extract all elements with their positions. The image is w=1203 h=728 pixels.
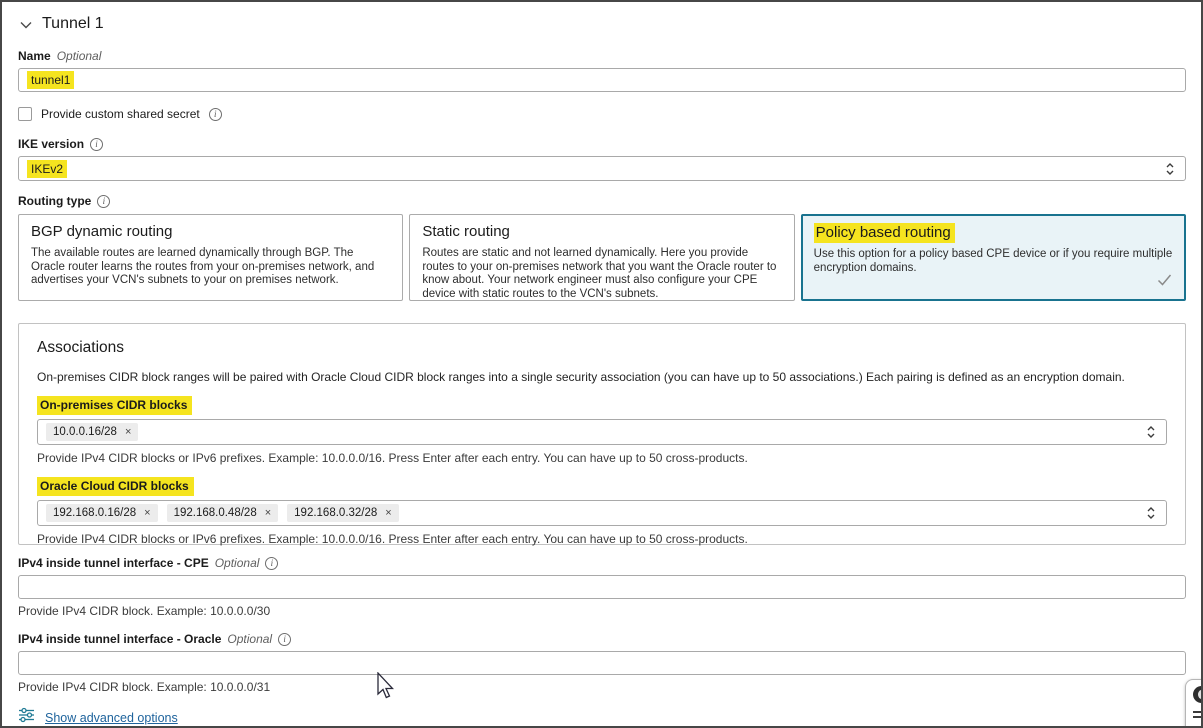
routing-card-policy-selected[interactable]: Policy based routing Use this option for… [800,214,1186,301]
ike-version-label: IKE version [18,137,85,151]
oracle-interface-label: IPv4 inside tunnel interface - Oracle [18,632,222,646]
associations-title: Associations [37,339,125,356]
select-updown-icon [1165,162,1175,176]
oracle-cloud-cidr-input[interactable]: 192.168.0.16/28 × 192.168.0.48/28 × 192.… [37,500,1167,526]
routing-card-title: Policy based routing [813,223,955,243]
cpe-interface-info-icon[interactable]: i [265,556,279,570]
cidr-chip-value: 192.168.0.32/28 [294,507,378,519]
cidr-chip-value: 10.0.0.16/28 [53,426,117,438]
routing-card-description: The available routes are learned dynamic… [31,247,375,286]
cpe-interface-helper: Provide IPv4 CIDR block. Example: 10.0.0… [18,604,271,618]
cidr-chip: 192.168.0.48/28 × [166,504,279,522]
oracle-interface-info-icon[interactable]: i [278,632,292,646]
chevron-down-icon[interactable] [20,21,32,29]
on-premises-cidr-label: On-premises CIDR blocks [37,396,193,415]
routing-type-info-icon[interactable]: i [97,194,111,208]
shared-secret-info-icon[interactable]: i [208,107,222,121]
feedback-widget-icon [1193,686,1201,703]
cidr-chip-value: 192.168.0.48/28 [173,507,257,519]
cidr-chip: 10.0.0.16/28 × [46,423,139,441]
cpe-interface-label: IPv4 inside tunnel interface - CPE [18,556,209,570]
tunnel-section-header[interactable]: Tunnel 1 [20,15,1201,33]
oracle-interface-optional-label: Optional [227,632,273,646]
routing-card-bgp[interactable]: BGP dynamic routing The available routes… [18,214,404,301]
chip-remove-icon[interactable]: × [385,507,391,519]
feedback-widget-dots [1193,711,1201,718]
associations-description: On-premises CIDR block ranges will be pa… [37,370,1125,384]
ike-version-value: IKEv2 [27,159,68,178]
name-optional-label: Optional [56,49,102,63]
oracle-interface-input[interactable] [18,651,1186,675]
tunnel-name-value: tunnel1 [27,71,75,89]
cidr-chip-value: 192.168.0.16/28 [53,507,137,519]
ike-version-select[interactable]: IKEv2 [18,156,1186,181]
chip-remove-icon[interactable]: × [144,507,150,519]
selected-check-icon [1157,273,1172,291]
tunnel-configuration-panel: Tunnel 1 Name Optional tunnel1 Provide c… [0,0,1203,728]
oracle-cloud-cidr-label: Oracle Cloud CIDR blocks [37,477,194,496]
oracle-cloud-cidr-helper: Provide IPv4 CIDR blocks or IPv6 prefixe… [37,532,748,546]
routing-card-title: Static routing [422,223,510,240]
cpe-interface-optional-label: Optional [214,556,260,570]
show-advanced-options-link[interactable]: Show advanced options [45,711,178,725]
tunnel-section-title: Tunnel 1 [42,15,104,32]
name-label: Name [18,49,51,63]
on-premises-cidr-input[interactable]: 10.0.0.16/28 × [37,419,1167,445]
shared-secret-label: Provide custom shared secret [41,107,200,121]
cidr-chip: 192.168.0.32/28 × [287,504,399,522]
feedback-widget[interactable] [1185,679,1201,726]
routing-card-title: BGP dynamic routing [31,223,173,240]
cpe-interface-input[interactable] [18,575,1186,599]
tunnel-name-input[interactable]: tunnel1 [18,68,1186,92]
chip-remove-icon[interactable]: × [265,507,271,519]
routing-type-label: Routing type [18,194,92,208]
routing-card-description: Routes are static and not learned dynami… [422,247,777,300]
advanced-options-sliders-icon [18,707,35,726]
select-updown-icon [1146,506,1156,520]
chip-remove-icon[interactable]: × [125,426,131,438]
cidr-chip: 192.168.0.16/28 × [46,504,158,522]
oracle-interface-helper: Provide IPv4 CIDR block. Example: 10.0.0… [18,680,271,694]
routing-card-static[interactable]: Static routing Routes are static and not… [409,214,795,301]
associations-section: Associations On-premises CIDR block rang… [18,323,1186,546]
select-updown-icon [1146,425,1156,439]
routing-card-description: Use this option for a policy based CPE d… [813,248,1173,274]
ike-version-info-icon[interactable]: i [90,137,104,151]
shared-secret-checkbox[interactable] [18,107,32,121]
on-premises-cidr-helper: Provide IPv4 CIDR blocks or IPv6 prefixe… [37,451,748,465]
